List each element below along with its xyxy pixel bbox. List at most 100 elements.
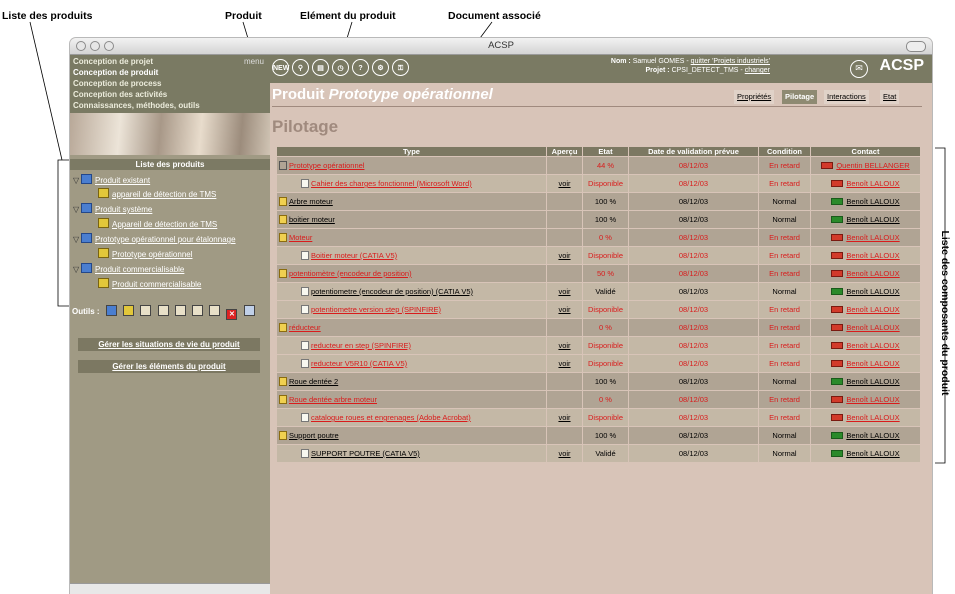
element-name-link[interactable]: catalogue roues et engrenages (Adobe Acr… xyxy=(311,413,471,422)
help-icon[interactable]: ? xyxy=(352,59,369,76)
expand-triangle-icon[interactable]: ▽ xyxy=(73,235,81,244)
element-name-link[interactable]: Roue dentée arbre moteur xyxy=(289,395,377,404)
contact-icon xyxy=(831,414,844,421)
folder-icon xyxy=(81,203,92,213)
element-name-link[interactable]: reducteur V5R10 (CATIA V5) xyxy=(311,359,407,368)
element-name-link[interactable]: potentiometre (encodeur de position) (CA… xyxy=(311,287,473,296)
cell-type: réducteur xyxy=(276,318,547,337)
menu-item-connaissances[interactable]: Connaissances, méthodes, outils xyxy=(73,101,200,110)
menu-item-conception-projet[interactable]: Conception de projet xyxy=(73,57,153,66)
element-name-link[interactable]: boitier moteur xyxy=(289,215,335,224)
contact-link[interactable]: Benoît LALOUX xyxy=(846,287,899,296)
contact-link[interactable]: Benoît LALOUX xyxy=(846,197,899,206)
apercu-link[interactable]: voir xyxy=(558,179,570,188)
contact-icon xyxy=(831,450,844,457)
contact-link[interactable]: Benoît LALOUX xyxy=(846,377,899,386)
new-product-icon[interactable] xyxy=(123,305,135,316)
table-row: SUPPORT POUTRE (CATIA V5) voir Validé 08/12… xyxy=(276,444,921,463)
male-icon[interactable] xyxy=(157,305,169,316)
tree-item-produit-systeme[interactable]: ▽ Produit système xyxy=(73,203,152,214)
tree-item-produit-existant[interactable]: ▽ Produit existant xyxy=(73,174,150,185)
copy-icon[interactable] xyxy=(191,305,203,316)
mail-icon[interactable]: ✉ xyxy=(850,60,868,78)
apercu-link[interactable]: voir xyxy=(558,287,570,296)
delete-icon[interactable]: ✕ xyxy=(226,309,238,320)
key-icon[interactable]: ⚿ xyxy=(392,59,409,76)
expand-triangle-icon[interactable]: ▽ xyxy=(73,176,81,185)
settings-icon[interactable]: ⚙ xyxy=(372,59,389,76)
cell-contact: Benoît LALOUX xyxy=(810,210,921,229)
element-name-link[interactable]: Support poutre xyxy=(289,431,339,440)
tree-item-produit-commercialisable[interactable]: ▽ Produit commercialisable xyxy=(73,263,184,274)
menu-item-conception-activites[interactable]: Conception des activités xyxy=(73,90,167,99)
element-name-link[interactable]: Roue dentée 2 xyxy=(289,377,338,386)
tools-label: Outils : xyxy=(72,307,100,316)
contact-link[interactable]: Benoît LALOUX xyxy=(846,323,899,332)
tree-item-appareil-detection[interactable]: appareil de détection de TMS xyxy=(98,188,216,199)
cut-icon[interactable] xyxy=(174,305,186,316)
component-icon xyxy=(279,395,287,404)
tab-proprietes[interactable]: Propriétés xyxy=(734,90,775,104)
element-name-link[interactable]: Cahier des charges fonctionnel (Microsof… xyxy=(311,179,472,188)
element-name-link[interactable]: SUPPORT POUTRE (CATIA V5) xyxy=(311,449,420,458)
element-name-link[interactable]: potentiometre version step (SPINFIRE) xyxy=(311,305,441,314)
element-name-link[interactable]: Arbre moteur xyxy=(289,197,333,206)
menu-link[interactable]: menu xyxy=(244,57,264,66)
contact-link[interactable]: Benoît LALOUX xyxy=(846,269,899,278)
paste-icon[interactable] xyxy=(209,305,221,316)
contact-link[interactable]: Benoît LALOUX xyxy=(846,431,899,440)
contact-link[interactable]: Benoît LALOUX xyxy=(846,179,899,188)
change-project-link[interactable]: changer xyxy=(745,67,770,74)
cell-contact: Benoît LALOUX xyxy=(810,264,921,283)
quit-project-link[interactable]: quitter 'Projets industriels' xyxy=(691,58,770,65)
apercu-link[interactable]: voir xyxy=(558,359,570,368)
element-name-link[interactable]: reducteur en step (SPINFIRE) xyxy=(311,341,411,350)
manage-life-situations-button[interactable]: Gérer les situations de vie du produit xyxy=(78,338,260,351)
contact-link[interactable]: Benoît LALOUX xyxy=(846,251,899,260)
element-name-link[interactable]: Moteur xyxy=(289,233,312,242)
tree-item-prototype-etalonnage[interactable]: ▽ Prototype opérationnel pour étalonnage xyxy=(73,233,236,244)
contact-link[interactable]: Benoît LALOUX xyxy=(846,233,899,242)
element-name-link[interactable]: réducteur xyxy=(289,323,321,332)
search-icon[interactable]: ⚲ xyxy=(292,59,309,76)
horizontal-scrollbar[interactable] xyxy=(70,583,270,594)
tree-item-produit-commercialisable-2[interactable]: Produit commercialisable xyxy=(98,278,201,289)
toolbar-toggle-button[interactable] xyxy=(906,41,926,52)
tree-item-prototype-operationnel[interactable]: Prototype opérationnel xyxy=(98,248,193,259)
tree-item-appareil-detection-2[interactable]: Appareil de détection de TMS xyxy=(98,218,217,229)
window-title: ACSP xyxy=(488,40,514,51)
contact-link[interactable]: Quentin BELLANGER xyxy=(836,161,909,170)
tab-etat[interactable]: Etat xyxy=(880,90,900,104)
new-icon[interactable]: NEW xyxy=(272,59,289,76)
element-name-link[interactable]: Prototype opérationnel xyxy=(289,161,364,170)
tab-pilotage[interactable]: Pilotage xyxy=(782,90,818,104)
tab-interactions[interactable]: Interactions xyxy=(824,90,869,104)
apercu-link[interactable]: voir xyxy=(558,305,570,314)
open-icon[interactable] xyxy=(243,305,255,316)
expand-triangle-icon[interactable]: ▽ xyxy=(73,265,81,274)
contact-link[interactable]: Benoît LALOUX xyxy=(846,341,899,350)
new-folder-icon[interactable] xyxy=(105,305,117,316)
apercu-link[interactable]: voir xyxy=(558,413,570,422)
history-icon[interactable]: ◷ xyxy=(332,59,349,76)
contact-link[interactable]: Benoît LALOUX xyxy=(846,395,899,404)
element-name-link[interactable]: potentiomètre (encodeur de position) xyxy=(289,269,412,278)
element-name-link[interactable]: Boitier moteur (CATIA V5) xyxy=(311,251,397,260)
contact-link[interactable]: Benoît LALOUX xyxy=(846,305,899,314)
manage-product-elements-button[interactable]: Gérer les éléments du produit xyxy=(78,360,260,373)
apercu-link[interactable]: voir xyxy=(558,449,570,458)
apercu-link[interactable]: voir xyxy=(558,251,570,260)
contact-link[interactable]: Benoît LALOUX xyxy=(846,449,899,458)
contact-link[interactable]: Benoît LALOUX xyxy=(846,413,899,422)
expand-triangle-icon[interactable]: ▽ xyxy=(73,205,81,214)
menu-item-conception-process[interactable]: Conception de process xyxy=(73,79,161,88)
tree-item-label: Prototype opérationnel xyxy=(112,250,193,259)
contact-link[interactable]: Benoît LALOUX xyxy=(846,359,899,368)
female-icon[interactable] xyxy=(140,305,152,316)
print-icon[interactable]: ▤ xyxy=(312,59,329,76)
apercu-link[interactable]: voir xyxy=(558,341,570,350)
column-header-condition: Condition xyxy=(758,146,811,157)
menu-item-conception-produit[interactable]: Conception de produit xyxy=(73,68,158,77)
table-row: Boitier moteur (CATIA V5) voir Disponible 0… xyxy=(276,246,921,265)
contact-link[interactable]: Benoît LALOUX xyxy=(846,215,899,224)
